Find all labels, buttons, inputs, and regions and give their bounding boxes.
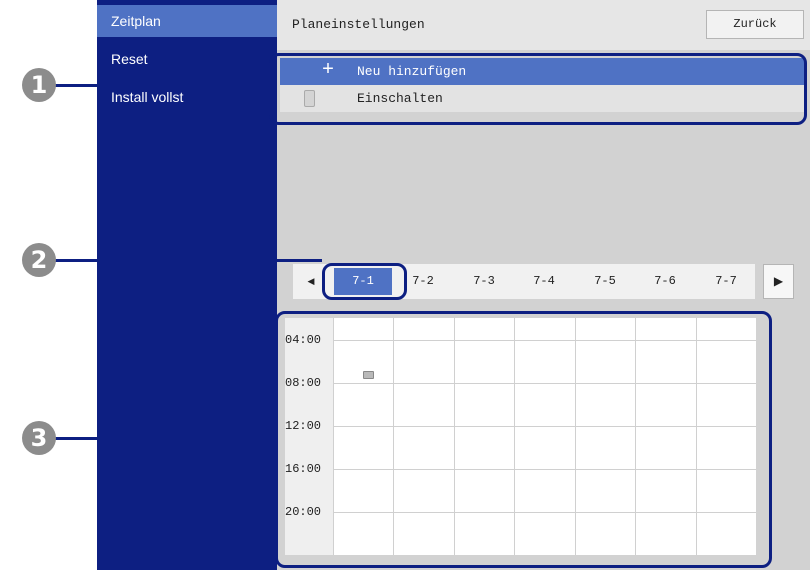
back-button[interactable]: Zurück <box>706 10 804 39</box>
sidebar-item-reset[interactable]: Reset <box>97 43 277 75</box>
tab-7-5[interactable]: 7-5 <box>575 264 635 299</box>
callout-number: 3 <box>22 421 56 455</box>
callout-number: 2 <box>22 243 56 277</box>
tab-7-6[interactable]: 7-6 <box>635 264 695 299</box>
callout-highlight-tab <box>322 263 407 300</box>
callout-number: 1 <box>22 68 56 102</box>
callout-leader-line <box>55 437 275 440</box>
tab-7-7[interactable]: 7-7 <box>696 264 756 299</box>
callout-highlight-list <box>269 53 807 125</box>
tab-7-3[interactable]: 7-3 <box>454 264 514 299</box>
tab-7-4[interactable]: 7-4 <box>514 264 574 299</box>
callout-leader-line <box>55 84 269 87</box>
next-arrow-icon[interactable]: ▶ <box>763 264 794 299</box>
page-title: Planeinstellungen <box>292 17 425 32</box>
callout-leader-line <box>55 259 322 262</box>
sidebar-item-zeitplan[interactable]: Zeitplan <box>97 5 277 37</box>
callout-highlight-calendar <box>275 311 772 568</box>
